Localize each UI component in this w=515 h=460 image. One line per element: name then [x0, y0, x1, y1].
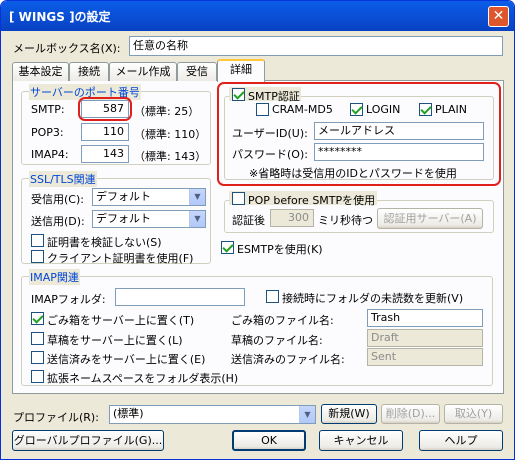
pop-before-after-label: 認証後: [232, 214, 265, 227]
chevron-down-icon: ▼: [189, 211, 205, 227]
password-label: パスワード(O):: [232, 148, 308, 161]
userid-label: ユーザーID(U):: [232, 127, 308, 140]
imap4-port-label: IMAP4:: [31, 148, 69, 161]
draft-on-server-checkbox[interactable]: [31, 332, 44, 345]
ssl-send-value: デフォルト: [96, 212, 151, 225]
cram-md5-checkbox[interactable]: [256, 103, 269, 116]
update-unread-checkbox[interactable]: [266, 290, 279, 303]
sent-name-input[interactable]: Sent: [367, 348, 483, 366]
pop3-port-label: POP3:: [31, 126, 64, 139]
window-title: [ WINGS ]の設定: [9, 10, 111, 24]
ext-namespace-label[interactable]: 拡張ネームスペースをフォルダ表示(H): [47, 370, 238, 386]
global-profile-button[interactable]: グローバルプロファイル(G)...: [12, 430, 164, 451]
chevron-down-icon: ▼: [189, 189, 205, 205]
smtp-port-default: （標準: 25）: [134, 105, 200, 118]
pop-before-checkbox[interactable]: [232, 192, 245, 205]
imap-folder-label: IMAPフォルダ:: [31, 293, 106, 306]
ok-button[interactable]: OK: [232, 430, 306, 451]
pop-before-wait-input[interactable]: 300: [270, 209, 314, 227]
pop-before-label[interactable]: POP before SMTPを使用: [248, 192, 375, 208]
chevron-down-icon: ▼: [299, 406, 315, 423]
tab-receive[interactable]: 受信: [177, 62, 217, 81]
sent-on-server-checkbox[interactable]: [31, 351, 44, 364]
settings-dialog: [ WINGS ]の設定 ✕ メールボックス名(X): 任意の名称 基本設定 接…: [0, 0, 515, 460]
tab-compose[interactable]: メール作成: [109, 62, 177, 81]
draft-on-server-label[interactable]: 草稿をサーバー上に置く(L): [47, 332, 183, 348]
draft-name-label: 草稿のファイル名:: [231, 334, 323, 347]
profile-import-button[interactable]: 取込(Y): [444, 404, 503, 424]
pop-before-wait-unit: ミリ秒待つ: [318, 214, 373, 227]
sent-on-server-label[interactable]: 送信済みをサーバー上に置く(E): [47, 351, 205, 367]
help-button[interactable]: ヘルプ: [419, 430, 503, 451]
userid-input[interactable]: メールアドレス: [314, 122, 484, 140]
profile-delete-button[interactable]: 削除(D)...: [381, 404, 440, 424]
profile-value: (標準): [113, 407, 144, 420]
trash-name-input[interactable]: Trash: [367, 309, 483, 327]
plain-label[interactable]: PLAIN: [435, 103, 467, 116]
tab-basic[interactable]: 基本設定: [12, 62, 69, 81]
pop3-port-input[interactable]: 110: [81, 123, 129, 141]
profile-select[interactable]: (標準) ▼: [109, 405, 316, 424]
smtp-auth-label[interactable]: SMTP認証: [248, 88, 300, 104]
client-cert-checkbox[interactable]: [31, 250, 44, 263]
imap-group-label: IMAP関連: [29, 269, 80, 285]
ext-namespace-checkbox[interactable]: [31, 370, 44, 383]
smtp-port-highlight: [78, 97, 132, 121]
close-icon[interactable]: ✕: [488, 6, 509, 27]
auth-server-button[interactable]: 認証用サーバー(A): [377, 208, 483, 229]
cram-md5-label[interactable]: CRAM-MD5: [272, 103, 333, 116]
draft-name-input[interactable]: Draft: [367, 329, 483, 347]
no-verify-label[interactable]: 証明書を検証しない(S): [47, 234, 162, 250]
cancel-button[interactable]: キャンセル: [319, 430, 403, 451]
login-checkbox[interactable]: [350, 103, 363, 116]
login-label[interactable]: LOGIN: [366, 103, 400, 116]
esmtp-label[interactable]: ESMTPを使用(K): [237, 241, 323, 257]
title-bar: [ WINGS ]の設定 ✕: [1, 1, 514, 31]
ssl-send-label: 送信用(D):: [31, 215, 85, 228]
trash-on-server-checkbox[interactable]: [31, 312, 44, 325]
imap4-port-input[interactable]: 143: [81, 145, 129, 163]
imap-folder-input[interactable]: [115, 288, 245, 306]
ssl-group-label: SSL/TLS関連: [29, 171, 97, 187]
ssl-receive-value: デフォルト: [96, 190, 151, 203]
ssl-receive-label: 受信用(C):: [31, 193, 84, 206]
plain-checkbox[interactable]: [419, 103, 432, 116]
trash-name-label: ごみ箱のファイル名:: [231, 314, 334, 327]
no-verify-checkbox[interactable]: [31, 234, 44, 247]
pop3-port-default: （標準: 110）: [134, 128, 207, 141]
tab-connection[interactable]: 接続: [69, 62, 109, 81]
update-unread-label[interactable]: 接続時にフォルダの未読数を更新(V): [282, 290, 463, 306]
sent-name-label: 送信済みのファイル名:: [231, 353, 345, 366]
ssl-receive-select[interactable]: デフォルト ▼: [92, 188, 206, 206]
password-input[interactable]: ********: [314, 143, 484, 161]
mailbox-name-input[interactable]: 任意の名称: [129, 36, 503, 56]
profile-new-button[interactable]: 新規(W): [321, 404, 377, 424]
auth-note: ※省略時は受信用のIDとパスワードを使用: [249, 167, 457, 180]
smtp-port-label: SMTP:: [31, 103, 65, 116]
trash-on-server-label[interactable]: ごみ箱をサーバー上に置く(T): [47, 312, 194, 328]
ssl-send-select[interactable]: デフォルト ▼: [92, 210, 206, 228]
esmtp-checkbox[interactable]: [221, 241, 234, 254]
mailbox-name-label: メールボックス名(X):: [13, 42, 121, 55]
smtp-auth-checkbox[interactable]: [232, 88, 245, 101]
client-cert-label[interactable]: クライアント証明書を使用(F): [47, 250, 193, 266]
imap4-port-default: （標準: 143）: [134, 150, 207, 163]
profile-label: プロファイル(R):: [13, 411, 99, 424]
tab-advanced[interactable]: 詳細: [217, 59, 265, 82]
